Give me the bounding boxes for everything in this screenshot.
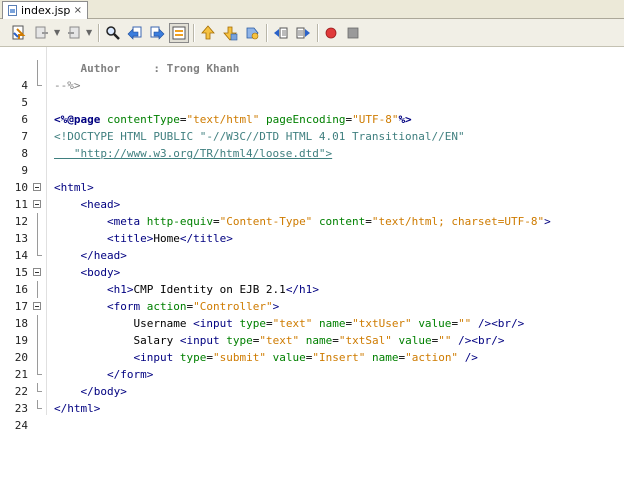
code-line: 15 </head>: [0, 247, 624, 279]
toolbar-separator: [266, 24, 268, 42]
code-line: 24 </html>: [0, 400, 624, 432]
find-previous-icon[interactable]: [125, 23, 145, 43]
code-line: 10: [0, 162, 624, 194]
collapse-fold-icon[interactable]: [33, 302, 41, 310]
code-text: </form>: [106, 368, 154, 381]
tab-index-jsp[interactable]: index.jsp ×: [2, 1, 88, 19]
code-text: <body>: [80, 266, 121, 279]
start-macro-icon[interactable]: [321, 23, 341, 43]
code-line: 18 <form action="Controller">: [0, 298, 624, 330]
code-line: 21 <input type="submit" value="Insert" n…: [0, 349, 624, 381]
code-text: <!DOCTYPE HTML PUBLIC "-//W3C//DTD HTML …: [54, 130, 465, 143]
fold-guide: [37, 213, 38, 230]
code-text: <form action="Controller">: [106, 300, 280, 313]
code-line: 6: [0, 94, 624, 126]
toolbar-separator: [98, 24, 100, 42]
code-text: <meta http-equiv="Content-Type" content=…: [106, 215, 551, 228]
fold-guide-end: [37, 77, 42, 86]
last-edit-icon[interactable]: [9, 23, 29, 43]
back-icon[interactable]: [32, 23, 52, 43]
fold-guide: [37, 60, 38, 77]
find-next-icon[interactable]: [147, 23, 167, 43]
code-line: 22 </form>: [0, 366, 624, 398]
fold-guide-end: [37, 400, 42, 409]
next-bookmark-icon[interactable]: [220, 23, 240, 43]
code-text: Username <input type="text" name="txtUse…: [54, 317, 525, 330]
collapse-fold-icon[interactable]: [33, 268, 41, 276]
code-lines: 4 Author : Trong Khanh 5 --%> 6 7 <%@pag…: [0, 60, 624, 432]
code-line: 20 Salary <input type="text" name="txtSa…: [0, 332, 624, 364]
close-icon[interactable]: ×: [74, 5, 82, 16]
code-line: 8 <!DOCTYPE HTML PUBLIC "-//W3C//DTD HTM…: [0, 128, 624, 160]
code-line: 7 <%@page contentType="text/html" pageEn…: [0, 111, 624, 143]
jsp-file-icon: [8, 5, 17, 16]
code-line: 12 <head>: [0, 196, 624, 228]
fold-guide-end: [37, 366, 42, 375]
code-line: 9 "http://www.w3.org/TR/html4/loose.dtd"…: [0, 145, 624, 177]
fold-guide: [37, 281, 38, 298]
code-line: 4 Author : Trong Khanh: [0, 60, 624, 92]
code-text: <input type="submit" value="Insert" name…: [133, 351, 478, 364]
forward-dropdown-icon[interactable]: ▼: [86, 28, 92, 37]
collapse-fold-icon[interactable]: [33, 183, 41, 191]
stop-macro-icon[interactable]: [343, 23, 363, 43]
code-line: 11 <html>: [0, 179, 624, 211]
code-text: <%@page contentType="text/html" pageEnco…: [54, 113, 412, 126]
shift-right-icon[interactable]: [293, 23, 313, 43]
fold-guide: [37, 349, 38, 366]
code-text: Author : Trong Khanh: [54, 62, 240, 75]
code-text: --%>: [54, 79, 81, 92]
code-text: </body>: [80, 385, 127, 398]
back-dropdown-icon[interactable]: ▼: [54, 28, 60, 37]
code-text: "http://www.w3.org/TR/html4/loose.dtd">: [54, 147, 333, 160]
fold-guide: [37, 230, 38, 247]
code-text: <h1>CMP Identity on EJB 2.1</h1>: [106, 283, 319, 296]
code-editor[interactable]: 4 Author : Trong Khanh 5 --%> 6 7 <%@pag…: [0, 47, 624, 432]
collapse-fold-icon[interactable]: [33, 200, 41, 208]
fold-guide-end: [37, 247, 42, 256]
shift-left-icon[interactable]: [271, 23, 291, 43]
tab-title: index.jsp: [21, 4, 71, 17]
code-text: </html>: [54, 402, 101, 415]
code-text: <title>Home</title>: [106, 232, 233, 245]
code-text: <html>: [54, 181, 94, 194]
toolbar-separator: [317, 24, 319, 42]
code-line: 13 <meta http-equiv="Content-Type" conte…: [0, 213, 624, 245]
code-line: 19 Username <input type="text" name="txt…: [0, 315, 624, 347]
editor-toolbar: ▼ ▼: [0, 19, 624, 47]
previous-bookmark-icon[interactable]: [198, 23, 218, 43]
code-text: Salary <input type="text" name="txtSal" …: [54, 334, 505, 347]
editor-tab-bar: index.jsp ×: [0, 0, 624, 19]
code-line: 17 <h1>CMP Identity on EJB 2.1</h1>: [0, 281, 624, 313]
toggle-bookmark-icon[interactable]: [242, 23, 262, 43]
code-line: 23 </body>: [0, 383, 624, 415]
toolbar-separator: [193, 24, 195, 42]
forward-icon[interactable]: [64, 23, 84, 43]
code-text: </head>: [80, 249, 127, 262]
code-text: <head>: [80, 198, 121, 211]
fold-guide: [37, 332, 38, 349]
fold-guide-end: [37, 383, 42, 392]
code-line: 16 <body>: [0, 264, 624, 296]
code-line: 5 --%>: [0, 77, 624, 109]
line-number: 24: [14, 419, 28, 432]
find-icon[interactable]: [103, 23, 123, 43]
code-line: 14 <title>Home</title>: [0, 230, 624, 262]
fold-guide: [37, 315, 38, 332]
toggle-highlight-icon[interactable]: [169, 23, 189, 43]
